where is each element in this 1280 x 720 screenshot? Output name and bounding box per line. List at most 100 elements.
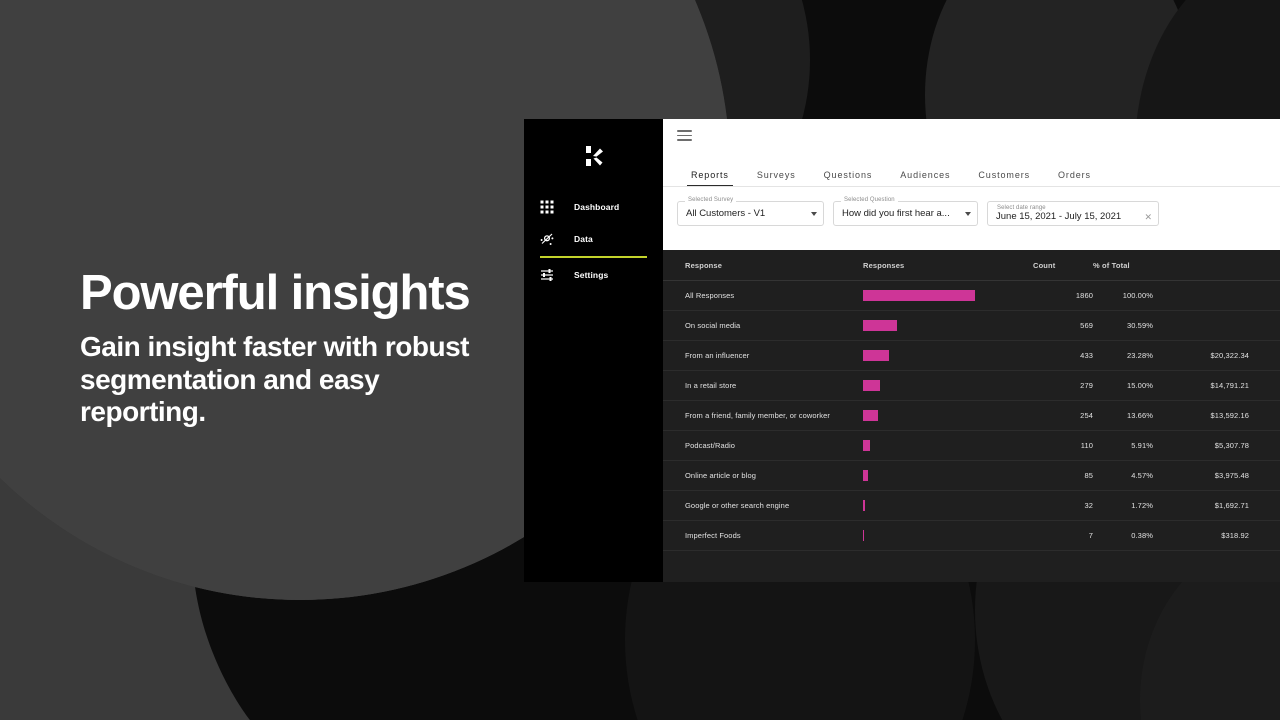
cell-count: 254: [1033, 400, 1093, 431]
date-range-label: Select date range: [997, 205, 1046, 211]
sidebar-item-settings[interactable]: Settings: [524, 259, 663, 291]
cell-avg-order: $53.02: [1249, 370, 1280, 401]
col-header-revenue: [1167, 250, 1249, 281]
table-row[interactable]: Imperfect Foods 70.38%$318.92$45.56: [663, 520, 1280, 551]
sidebar-nav: Dashboard Data Settings: [524, 191, 663, 291]
cell-count: 85: [1033, 460, 1093, 491]
chevron-down-icon: [965, 211, 971, 216]
table-row[interactable]: On social media 569 30.59%: [663, 310, 1280, 341]
logo-wrap: [524, 131, 663, 181]
cell-percent: 13.66%: [1093, 400, 1167, 431]
cell-revenue: $3,975.48: [1167, 460, 1249, 491]
cell-bar: [863, 400, 1033, 431]
tab-audiences[interactable]: Audiences: [886, 170, 964, 186]
app-window: Dashboard Data Settings Reports Surveys …: [524, 119, 1280, 582]
table-row[interactable]: From a friend, family member, or coworke…: [663, 400, 1280, 431]
main-panel: Reports Surveys Questions Audiences Cust…: [663, 119, 1280, 582]
tab-customers[interactable]: Customers: [964, 170, 1044, 186]
response-bar: [863, 440, 870, 451]
table-row[interactable]: Google or other search engine 32 1.72% $1,6…: [663, 490, 1280, 521]
sidebar-item-data[interactable]: Data: [524, 223, 663, 255]
cell-percent: 5.91%: [1093, 430, 1167, 461]
response-bar: [863, 290, 975, 301]
cell-response: From an influencer: [663, 340, 863, 371]
cell-avg-order: $53.51: [1249, 400, 1280, 431]
selected-survey-select[interactable]: Selected Survey All Customers - V1: [677, 197, 824, 226]
hamburger-icon[interactable]: [677, 130, 692, 141]
tab-orders[interactable]: Orders: [1044, 170, 1105, 186]
report-table-card: Response Responses Count % of Total All …: [663, 250, 1280, 582]
response-bar: [863, 350, 890, 361]
cell-revenue: $5,307.78: [1167, 430, 1249, 461]
response-bar: [863, 320, 898, 331]
cell-revenue: $318.92: [1167, 520, 1249, 551]
col-header-pct: % of Total: [1093, 250, 1167, 281]
cell-bar: [863, 310, 1033, 341]
chevron-down-icon: [811, 211, 817, 216]
table-row[interactable]: From an influencer 43323.28%$20,322.34$46…: [663, 340, 1280, 371]
cell-bar: [863, 370, 1033, 401]
cell-count: 7: [1033, 520, 1093, 551]
marketing-copy: Powerful insights Gain insight faster wi…: [80, 268, 500, 429]
col-header-avg-order: [1249, 250, 1280, 281]
cell-response: Imperfect Foods: [663, 520, 863, 551]
date-range-input[interactable]: Select date range June 15, 2021 - July 1…: [987, 201, 1159, 226]
sidebar-item-label: Settings: [574, 270, 609, 280]
cell-avg-order: $45.56: [1249, 520, 1280, 551]
cell-response: Podcast/Radio: [663, 430, 863, 461]
data-nodes-icon: [540, 233, 554, 245]
cell-response: All Responses: [663, 280, 863, 311]
table-row[interactable]: All Responses 1860 100.00%: [663, 280, 1280, 311]
sidebar-item-label: Data: [574, 234, 593, 244]
cell-bar: [863, 460, 1033, 491]
close-icon[interactable]: ✕: [1144, 213, 1152, 222]
cell-bar: [863, 490, 1033, 521]
cell-percent: 0.38%: [1093, 520, 1167, 551]
table-row[interactable]: In a retail store 27915.00%$14,791.21$53.…: [663, 370, 1280, 401]
cell-bar: [863, 430, 1033, 461]
tab-surveys[interactable]: Surveys: [743, 170, 810, 186]
cell-count: 1860: [1033, 280, 1093, 311]
sidebar-active-rule: [540, 256, 647, 258]
cell-count: 433: [1033, 340, 1093, 371]
cell-percent: 4.57%: [1093, 460, 1167, 491]
headline: Powerful insights: [80, 266, 471, 320]
cell-response: Google or other search engine: [663, 490, 863, 521]
cell-avg-order: $46.93: [1249, 340, 1280, 371]
filter-bar: Selected Survey All Customers - V1 Selec…: [663, 187, 1280, 226]
table-row[interactable]: Podcast/Radio 1105.91%$5,307.78$48.25: [663, 430, 1280, 461]
report-table: Response Responses Count % of Total All …: [663, 250, 1280, 551]
cell-bar: [863, 340, 1033, 371]
cell-revenue: [1167, 310, 1249, 341]
top-bar: [663, 119, 1280, 157]
tab-reports[interactable]: Reports: [677, 170, 743, 186]
cell-percent: 23.28%: [1093, 340, 1167, 371]
tab-questions[interactable]: Questions: [810, 170, 887, 186]
selected-question-value: How did you first hear a...: [842, 208, 950, 219]
selected-question-select[interactable]: Selected Question How did you first hear…: [833, 197, 978, 226]
cell-response: Online article or blog: [663, 460, 863, 491]
cell-response: In a retail store: [663, 370, 863, 401]
response-bar: [863, 380, 880, 391]
cell-revenue: [1167, 280, 1249, 311]
cell-percent: 1.72%: [1093, 490, 1167, 521]
selected-question-label: Selected Question: [841, 197, 898, 203]
cell-revenue: $20,322.34: [1167, 340, 1249, 371]
table-header-row: Response Responses Count % of Total: [663, 250, 1280, 281]
selected-survey-label: Selected Survey: [685, 197, 737, 203]
cell-revenue: $14,791.21: [1167, 370, 1249, 401]
date-range-value: June 15, 2021 - July 15, 2021: [996, 211, 1122, 222]
response-bar: [863, 530, 865, 541]
report-table-head: Response Responses Count % of Total: [663, 250, 1280, 281]
cell-bar: [863, 520, 1033, 551]
sliders-icon: [541, 269, 553, 281]
selected-survey-value: All Customers - V1: [686, 208, 766, 219]
cell-response: On social media: [663, 310, 863, 341]
cell-avg-order: $46.77: [1249, 460, 1280, 491]
cell-response: From a friend, family member, or coworke…: [663, 400, 863, 431]
cell-count: 32: [1033, 490, 1093, 521]
cell-revenue: $1,692.71: [1167, 490, 1249, 521]
table-row[interactable]: Online article or blog 854.57%$3,975.48$4…: [663, 460, 1280, 491]
cell-avg-order: [1249, 310, 1280, 341]
sidebar-item-dashboard[interactable]: Dashboard: [524, 191, 663, 223]
